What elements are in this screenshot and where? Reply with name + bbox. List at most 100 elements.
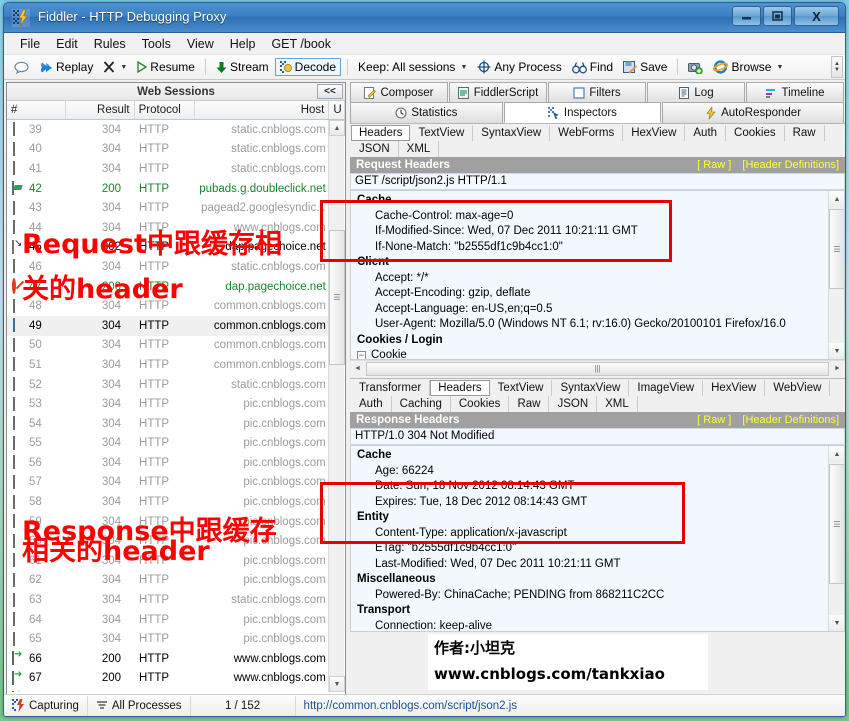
menu-item-file[interactable]: File	[12, 35, 48, 53]
table-row[interactable]: 49304HTTPcommon.cnblogs.com/s	[7, 316, 345, 336]
table-row[interactable]: 43304HTTPpagead2.googlesyndic.../p	[7, 198, 345, 218]
table-row[interactable]: 66200HTTPwww.cnblogs.com/a	[7, 649, 345, 669]
scroll-left-arrow-icon[interactable]: ◄	[350, 362, 365, 376]
response-tab-cookies[interactable]: Cookies	[451, 396, 510, 412]
tree-collapse-icon[interactable]: −	[357, 351, 366, 360]
menu-item-rules[interactable]: Rules	[86, 35, 134, 53]
table-row[interactable]: 42200HTTPpubads.g.doubleclick.net/g	[7, 179, 345, 199]
sessions-list[interactable]: 39304HTTPstatic.cnblogs.com/i40304HTTPst…	[7, 120, 345, 692]
table-row[interactable]: 56304HTTPpic.cnblogs.com/f	[7, 453, 345, 473]
response-tab-caching[interactable]: Caching	[392, 396, 451, 412]
tab-autoresponder[interactable]: AutoResponder	[662, 102, 844, 123]
table-row[interactable]: 51304HTTPcommon.cnblogs.com/s	[7, 355, 345, 375]
toolbar-overflow-scroller[interactable]: ▲ ▼	[831, 56, 843, 78]
scroll-up-arrow-icon[interactable]: ▲	[829, 191, 845, 207]
table-row[interactable]: 54304HTTPpic.cnblogs.com/f	[7, 414, 345, 434]
request-tab-json[interactable]: JSON	[351, 141, 399, 157]
column-header-host[interactable]: Host	[195, 101, 330, 119]
request-tab-auth[interactable]: Auth	[685, 125, 726, 141]
table-row[interactable]: 59304HTTPpic.cnblogs.com/f	[7, 512, 345, 532]
resume-button[interactable]: Resume	[133, 59, 199, 75]
table-row[interactable]: 67200HTTPwww.cnblogs.com/a	[7, 669, 345, 689]
table-row[interactable]: 55304HTTPpic.cnblogs.com/f	[7, 434, 345, 454]
tab-fiddlerscript[interactable]: FiddlerScript	[449, 82, 547, 103]
tab-timeline[interactable]: Timeline	[746, 82, 844, 103]
table-row[interactable]: 40304HTTPstatic.cnblogs.com/i	[7, 140, 345, 160]
menu-item-tools[interactable]: Tools	[134, 35, 179, 53]
column-header-protocol[interactable]: Protocol	[135, 101, 195, 119]
table-row[interactable]: 50304HTTPcommon.cnblogs.com/s	[7, 336, 345, 356]
comment-button[interactable]	[10, 60, 33, 75]
request-inspector-tabs[interactable]: HeadersTextViewSyntaxViewWebFormsHexView…	[350, 123, 845, 157]
capture-screenshot-button[interactable]	[684, 60, 707, 75]
tab-inspectors[interactable]: Inspectors	[504, 102, 662, 123]
request-header-definitions-link[interactable]: [Header Definitions]	[742, 159, 839, 171]
process-filter[interactable]: All Processes	[88, 696, 191, 716]
table-row[interactable]: 60304HTTPpic.cnblogs.com/f	[7, 531, 345, 551]
hscroll-thumb[interactable]: |||	[366, 362, 829, 376]
sessions-vertical-scrollbar[interactable]: ▲ ☰ ▼	[328, 120, 344, 692]
scroll-up-arrow-icon[interactable]: ▲	[329, 120, 345, 136]
response-tab-json[interactable]: JSON	[549, 396, 597, 412]
table-row[interactable]: 52304HTTPstatic.cnblogs.com/i	[7, 375, 345, 395]
table-row[interactable]: 62304HTTPpic.cnblogs.com/f	[7, 571, 345, 591]
scroll-down-arrow-icon[interactable]: ▼	[329, 676, 345, 692]
response-tab-syntaxview[interactable]: SyntaxView	[552, 380, 629, 396]
response-headers-vertical-scrollbar[interactable]: ▲ ☰ ▼	[828, 446, 844, 631]
request-tab-syntaxview[interactable]: SyntaxView	[473, 125, 550, 141]
request-tab-webforms[interactable]: WebForms	[550, 125, 623, 141]
table-row[interactable]: 57304HTTPpic.cnblogs.com/f	[7, 473, 345, 493]
request-headers-content[interactable]: CacheCache-Control: max-age=0If-Modified…	[350, 190, 845, 360]
tab-log[interactable]: Log	[647, 82, 745, 103]
scroll-right-arrow-icon[interactable]: ►	[830, 362, 845, 376]
minimize-button[interactable]	[732, 6, 761, 26]
response-inspector-tabs[interactable]: TransformerHeadersTextViewSyntaxViewImag…	[350, 378, 845, 412]
capturing-status[interactable]: Capturing	[4, 696, 88, 716]
table-row[interactable]: 53304HTTPpic.cnblogs.com/f	[7, 394, 345, 414]
menu-item-view[interactable]: View	[179, 35, 222, 53]
replay-button[interactable]: Replay	[35, 59, 97, 75]
close-button[interactable]: X	[794, 6, 839, 26]
menu-item-help[interactable]: Help	[222, 35, 264, 53]
any-process-button[interactable]: Any Process	[473, 59, 565, 75]
response-tab-headers[interactable]: Headers	[430, 380, 489, 396]
maximize-button[interactable]	[763, 6, 792, 26]
table-row[interactable]: 64304HTTPpic.cnblogs.com/f	[7, 610, 345, 630]
menu-item-edit[interactable]: Edit	[48, 35, 86, 53]
request-raw-link[interactable]: [ Raw ]	[697, 159, 731, 171]
table-row[interactable]: 47200HTTPdap.pagechoice.net/a	[7, 277, 345, 297]
request-tab-textview[interactable]: TextView	[410, 125, 473, 141]
keep-sessions-dropdown[interactable]: Keep: All sessions ▼	[354, 59, 471, 75]
table-row[interactable]: 61304HTTPpic.cnblogs.com/f	[7, 551, 345, 571]
request-headers-vertical-scrollbar[interactable]: ▲ ☰ ▼	[828, 191, 844, 359]
scroll-thumb[interactable]: ☰	[829, 209, 845, 289]
request-tab-xml[interactable]: XML	[399, 141, 440, 157]
request-tab-raw[interactable]: Raw	[785, 125, 825, 141]
table-row[interactable]: 44304HTTPwww.cnblogs.com/	[7, 218, 345, 238]
response-header-definitions-link[interactable]: [Header Definitions]	[742, 414, 839, 426]
request-headers-horizontal-scrollbar[interactable]: ◄ ||| ►	[350, 360, 845, 376]
table-row[interactable]: 45302HTTPdap.pagechoice.net/a	[7, 238, 345, 258]
find-button[interactable]: Find	[568, 59, 617, 75]
decode-button[interactable]: Decode	[275, 58, 341, 76]
collapse-pane-button[interactable]: <<	[317, 84, 343, 99]
stream-button[interactable]: Stream	[212, 59, 273, 75]
request-tab-cookies[interactable]: Cookies	[726, 125, 785, 141]
response-tab-xml[interactable]: XML	[597, 396, 638, 412]
scroll-thumb[interactable]: ☰	[329, 230, 345, 365]
scroll-down-arrow-icon[interactable]: ▼	[829, 615, 845, 631]
scroll-up-arrow-icon[interactable]: ▲	[829, 446, 845, 462]
response-tab-auth[interactable]: Auth	[351, 396, 392, 412]
response-tab-hexview[interactable]: HexView	[703, 380, 765, 396]
response-tab-imageview[interactable]: ImageView	[629, 380, 703, 396]
table-row[interactable]: 46304HTTPstatic.cnblogs.com/i	[7, 257, 345, 277]
column-header-result[interactable]: Result	[66, 101, 135, 119]
table-row[interactable]: 68200HTTPwww.cnblogs.com/a	[7, 688, 345, 692]
column-header-url[interactable]: U	[329, 101, 345, 119]
browse-dropdown-icon[interactable]: ▼	[776, 64, 783, 71]
remove-button[interactable]: ▼	[99, 60, 131, 74]
table-row[interactable]: 58304HTTPpic.cnblogs.com/f	[7, 492, 345, 512]
tab-composer[interactable]: Composer	[350, 82, 448, 103]
browse-button[interactable]: Browse ▼	[709, 59, 787, 75]
table-row[interactable]: 41304HTTPstatic.cnblogs.com/i	[7, 159, 345, 179]
